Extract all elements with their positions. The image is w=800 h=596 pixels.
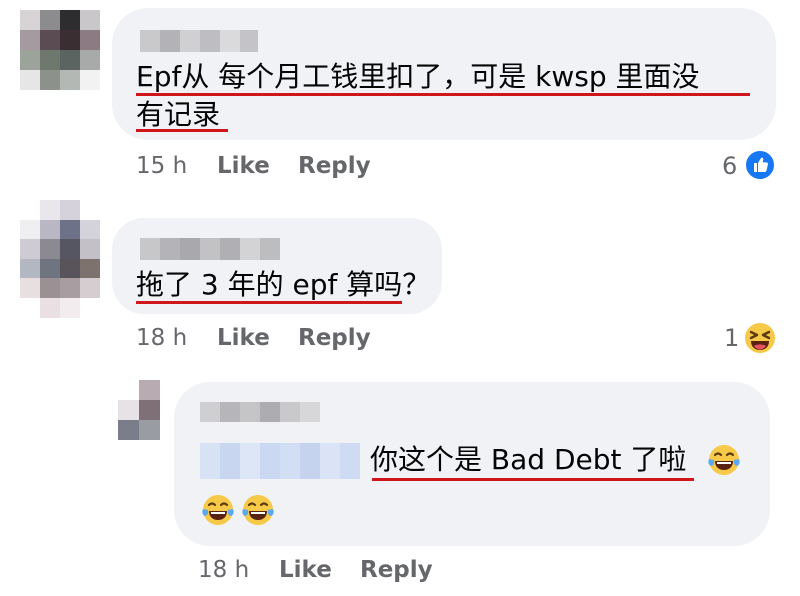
tears-of-joy-emoji-icon <box>240 492 276 528</box>
like-button[interactable]: Like <box>217 153 270 179</box>
reply-button[interactable]: Reply <box>298 153 371 179</box>
tears-of-joy-emoji-icon <box>200 492 236 528</box>
red-underline <box>136 129 228 132</box>
reply-text: 你这个是 Bad Debt 了啦 <box>370 443 687 476</box>
like-button[interactable]: Like <box>217 325 270 351</box>
comment-timestamp[interactable]: 18 h <box>136 325 187 351</box>
reaction-count[interactable]: 1 <box>724 324 739 352</box>
avatar[interactable] <box>118 380 160 440</box>
comment-text: 拖了 3 年的 epf 算吗？ <box>136 268 431 301</box>
reaction-count[interactable]: 6 <box>722 152 737 180</box>
avatar[interactable] <box>20 200 100 318</box>
avatar[interactable] <box>20 10 100 90</box>
author-name-redacted[interactable] <box>140 238 280 260</box>
reply-timestamp[interactable]: 18 h <box>198 557 249 583</box>
author-name-redacted[interactable] <box>140 30 258 52</box>
red-underline <box>372 478 694 481</box>
red-underline <box>136 301 402 304</box>
comment-thread: Epf从 每个月工钱里扣了，可是 kwsp 里面没 有记录 15 h Like … <box>0 0 800 596</box>
tears-of-joy-emoji-icon <box>706 442 742 478</box>
thumbs-up-icon[interactable] <box>744 149 776 181</box>
comment-timestamp[interactable]: 15 h <box>136 153 187 179</box>
mention-tag-redacted[interactable] <box>200 443 360 479</box>
laughing-emoji-icon[interactable] <box>742 320 778 356</box>
like-button[interactable]: Like <box>279 557 332 583</box>
author-name-redacted[interactable] <box>200 402 320 422</box>
reply-button[interactable]: Reply <box>360 557 433 583</box>
red-underline <box>136 93 750 96</box>
comment-text-line-1: Epf从 每个月工钱里扣了，可是 kwsp 里面没 <box>136 60 700 93</box>
reply-button[interactable]: Reply <box>298 325 371 351</box>
